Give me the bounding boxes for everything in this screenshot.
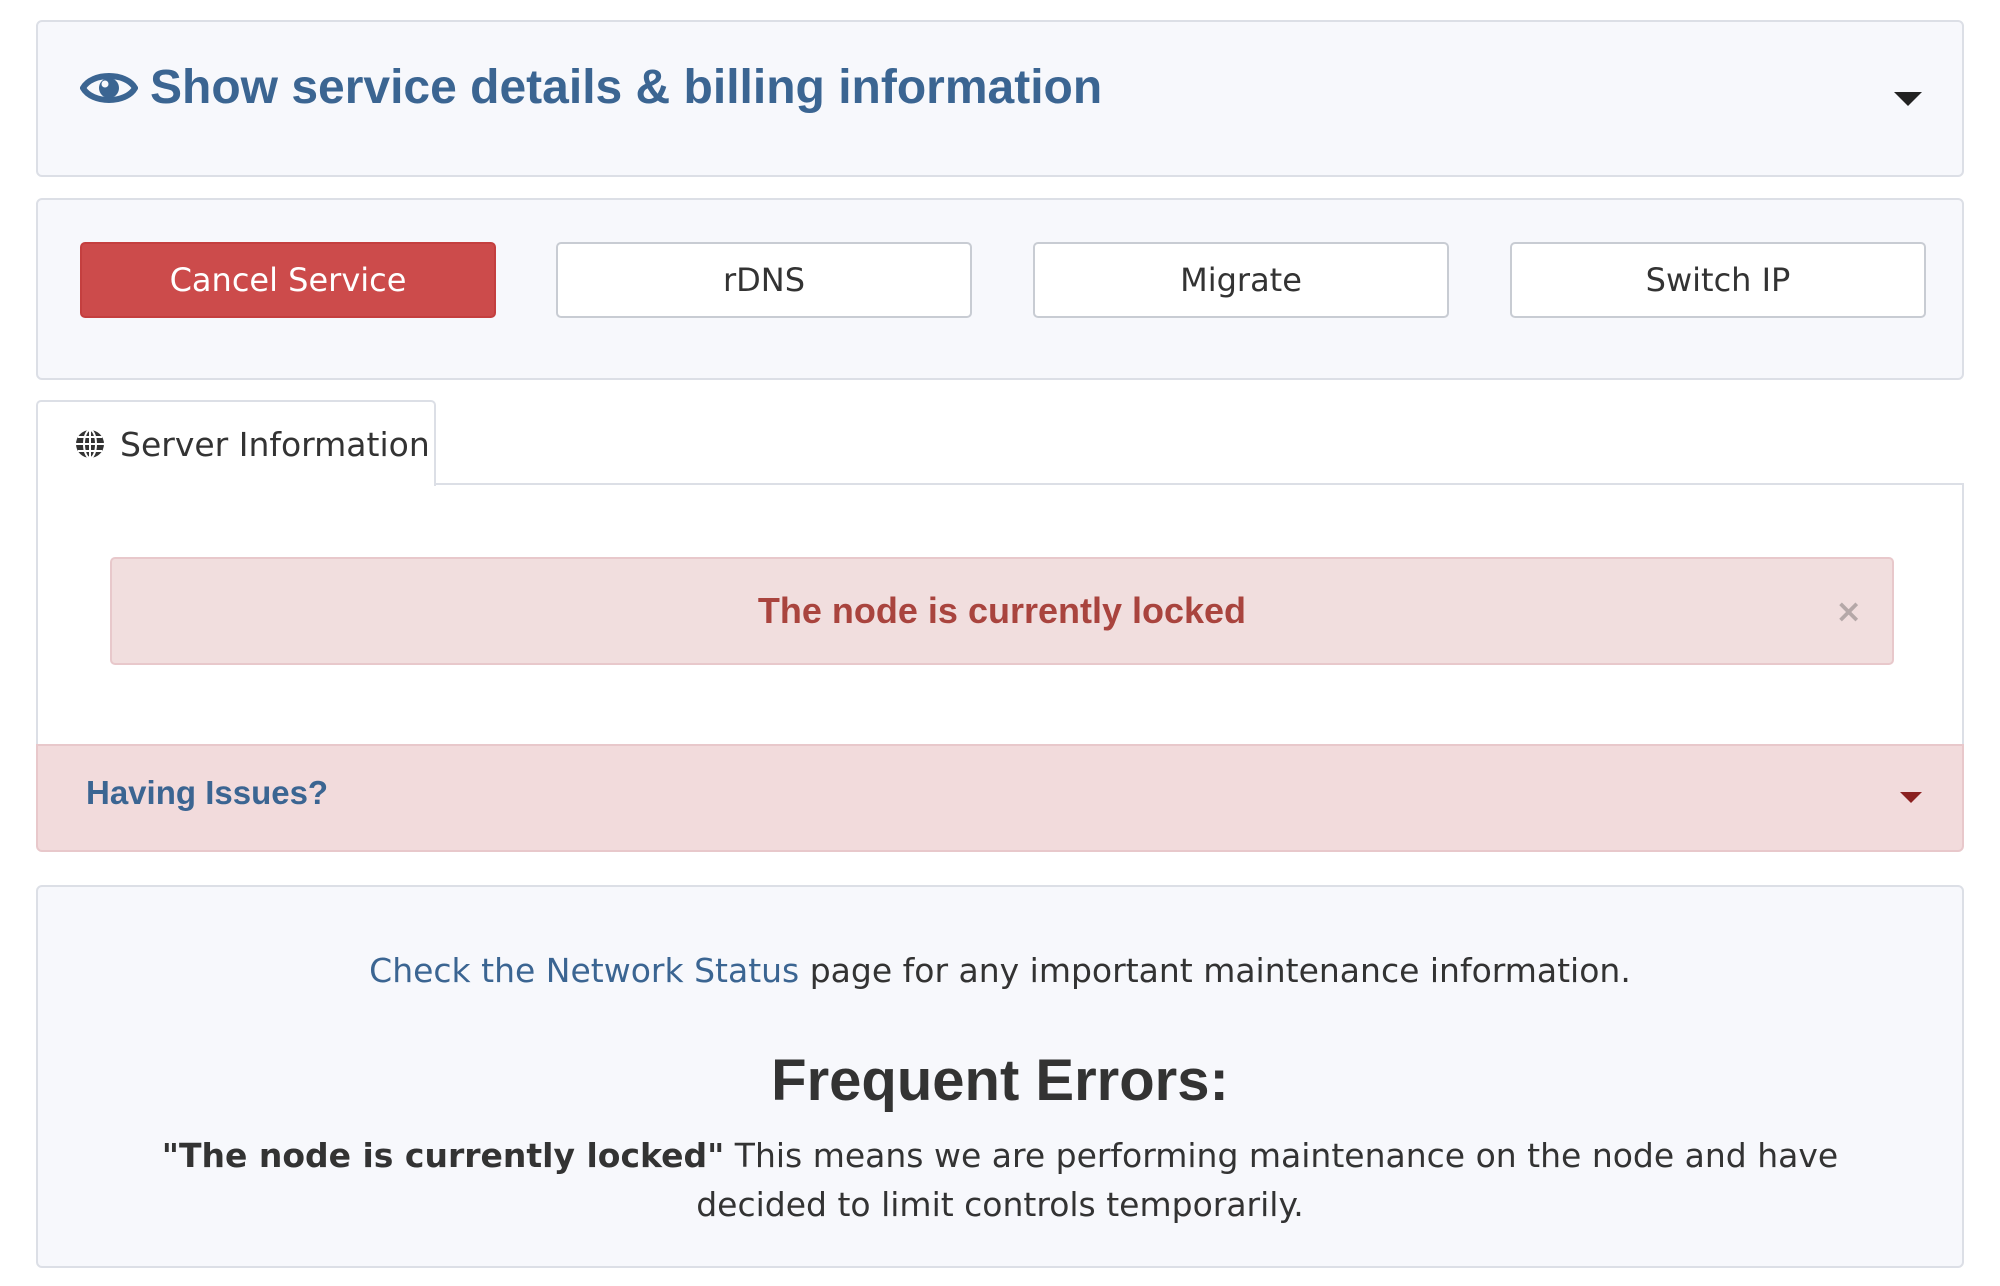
error-quote: "The node is currently locked" <box>161 1136 725 1175</box>
frequent-error-description: "The node is currently locked" This mean… <box>118 1131 1882 1229</box>
tab-server-information[interactable]: Server Information <box>36 400 436 486</box>
chevron-down-icon[interactable] <box>1900 792 1922 803</box>
chevron-down-icon[interactable] <box>1894 92 1922 106</box>
service-details-title-row: Show service details & billing informati… <box>80 60 1102 115</box>
tab-label: Server Information <box>120 424 430 464</box>
service-details-toggle[interactable]: Show service details & billing informati… <box>36 20 1964 177</box>
service-details-title: Show service details & billing informati… <box>150 61 1103 114</box>
tab-content-server-information: The node is currently locked × <box>36 483 1964 747</box>
alert-message: The node is currently locked <box>757 590 1247 631</box>
cancel-service-button[interactable]: Cancel Service <box>80 242 496 318</box>
frequent-errors-heading: Frequent Errors: <box>771 1048 1229 1113</box>
network-status-line: Check the Network Status page for any im… <box>38 951 1962 990</box>
rdns-button[interactable]: rDNS <box>556 242 972 318</box>
having-issues-toggle[interactable]: Having Issues? <box>36 744 1964 852</box>
node-locked-alert: The node is currently locked × <box>110 557 1894 665</box>
info-panel: Check the Network Status page for any im… <box>36 885 1964 1268</box>
network-status-text: page for any important maintenance infor… <box>799 951 1631 990</box>
switch-ip-button[interactable]: Switch IP <box>1510 242 1926 318</box>
migrate-button[interactable]: Migrate <box>1033 242 1449 318</box>
error-explanation: This means we are performing maintenance… <box>696 1136 1839 1224</box>
network-status-link[interactable]: Check the Network Status <box>369 951 799 990</box>
eye-icon <box>80 66 138 110</box>
actions-panel: Cancel Service rDNS Migrate Switch IP <box>36 198 1964 380</box>
close-icon[interactable]: × <box>1835 595 1862 627</box>
page: Show service details & billing informati… <box>0 0 2000 1286</box>
having-issues-title: Having Issues? <box>86 774 329 811</box>
globe-icon <box>74 428 106 460</box>
